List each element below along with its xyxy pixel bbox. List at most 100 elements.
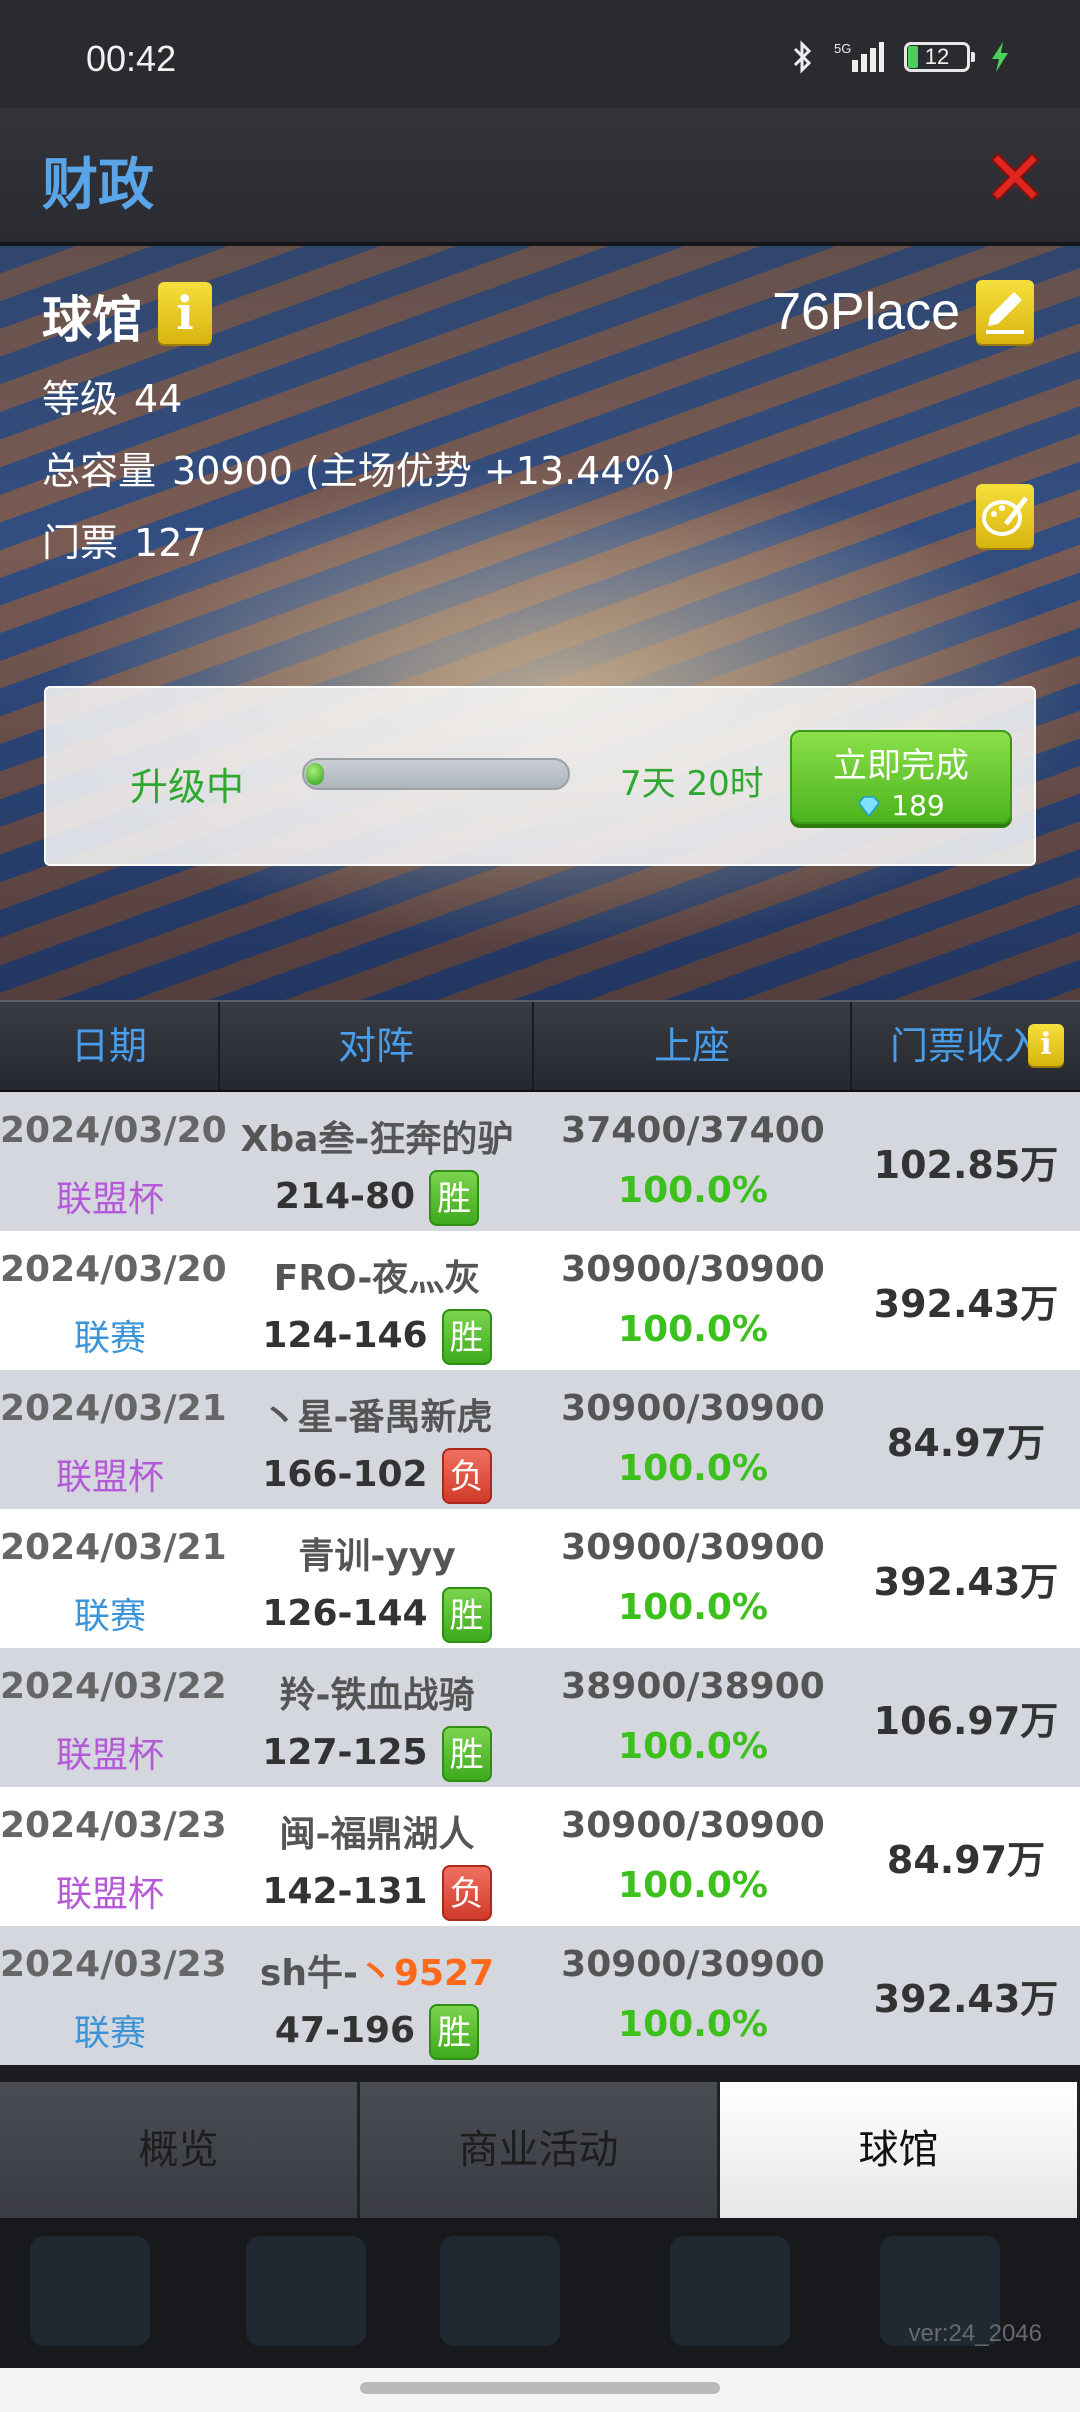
ticket-income: 392.43万 <box>873 1282 1059 1326</box>
match-score: 166-102 <box>262 1454 428 1495</box>
table-row[interactable]: 2024/03/20 联赛 FRO-夜灬灰 124-146 胜 30900/30900 10… <box>0 1231 1080 1370</box>
seats-filled: 37400/37400 <box>561 1110 825 1151</box>
version-label: ver:24_2046 <box>908 2320 1042 2347</box>
date-cell: 2024/03/23 联赛 <box>0 1926 227 2065</box>
attendance-cell: 30900/30900 100.0% <box>534 1926 852 2065</box>
info-icon: i <box>176 286 194 340</box>
attendance-cell: 38900/38900 100.0% <box>534 1648 852 1787</box>
charging-bolt-icon <box>990 40 1010 74</box>
result-badge: 负 <box>441 1448 492 1504</box>
result-badge: 胜 <box>429 2004 480 2060</box>
column-header-matchup[interactable]: 对阵 <box>220 1002 534 1090</box>
table-row[interactable]: 2024/03/22 联盟杯 羚-铁血战骑 127-125 胜 38900/38900 10… <box>0 1648 1080 1787</box>
column-header-attendance[interactable]: 上座 <box>534 1002 852 1090</box>
seats-filled: 30900/30900 <box>561 1527 825 1568</box>
tab-1[interactable]: 商业活动 <box>360 2082 720 2218</box>
rename-arena-button[interactable] <box>976 280 1034 344</box>
match-date: 2024/03/23 <box>0 1944 227 1985</box>
info-icon: i <box>1040 1027 1052 1062</box>
matchup-cell: 羚-铁血战骑 127-125 胜 <box>220 1648 534 1787</box>
table-row[interactable]: 2024/03/21 联赛 青训-yyy 126-144 胜 30900/30900 100… <box>0 1509 1080 1648</box>
seats-filled: 30900/30900 <box>561 1805 825 1846</box>
column-header-date[interactable]: 日期 <box>0 1002 220 1090</box>
arena-level: 等级 44 <box>42 368 182 423</box>
arena-info-button[interactable]: i <box>158 282 212 344</box>
opponent-name: FRO-夜灬灰 <box>220 1249 534 1301</box>
match-type: 联赛 <box>73 1318 146 1359</box>
bottom-tabs: 概览 商业活动 球馆 <box>0 2082 1080 2220</box>
attendance-percent: 100.0% <box>618 1309 768 1350</box>
attendance-cell: 30900/30900 100.0% <box>534 1370 852 1509</box>
upgrade-panel: 升级中 7天 20时 立即完成 189 <box>44 686 1036 866</box>
table-row[interactable]: 2024/03/21 联盟杯 丶星-番禺新虎 166-102 负 30900/30900 1… <box>0 1370 1080 1509</box>
tab-0[interactable]: 概览 <box>0 2082 360 2218</box>
date-cell: 2024/03/20 联盟杯 <box>0 1092 227 1231</box>
opponent-name: Xba叁-狂奔的驴 <box>220 1110 534 1162</box>
decorate-arena-button[interactable] <box>976 484 1034 548</box>
table-row[interactable]: 2024/03/23 联盟杯 闽-福鼎湖人 142-131 负 30900/30900 10… <box>0 1787 1080 1926</box>
arena-ticket: 门票 127 <box>42 512 207 567</box>
attendance-percent: 100.0% <box>618 1865 768 1906</box>
income-cell: 392.43万 <box>852 1926 1080 2065</box>
opponent-text: 闽-福鼎湖人 <box>279 1814 475 1855</box>
match-score: 127-125 <box>262 1732 428 1773</box>
capacity-value: 30900 (主场优势 +13.44%) <box>172 449 676 493</box>
attendance-cell: 37400/37400 100.0% <box>534 1092 852 1231</box>
arena-title: 球馆 <box>42 291 142 349</box>
battery-level: 12 <box>924 44 950 69</box>
match-date: 2024/03/20 <box>0 1249 227 1290</box>
finish-now-button[interactable]: 立即完成 189 <box>790 730 1012 824</box>
network-label: 5G <box>834 41 851 56</box>
bluetooth-icon <box>792 40 814 74</box>
column-header-ticket-income[interactable]: 门票收入 i <box>852 1002 1080 1090</box>
table-row[interactable]: 2024/03/20 联盟杯 Xba叁-狂奔的驴 214-80 胜 37400/37400… <box>0 1092 1080 1231</box>
level-label: 等级 <box>42 377 119 421</box>
attendance-percent: 100.0% <box>618 1587 768 1628</box>
date-cell: 2024/03/22 联盟杯 <box>0 1648 227 1787</box>
capacity-label: 总容量 <box>42 449 157 493</box>
match-type: 联盟杯 <box>55 1874 164 1915</box>
attendance-percent: 100.0% <box>618 2004 768 2045</box>
date-cell: 2024/03/23 联盟杯 <box>0 1787 227 1926</box>
ghost-nav-icon <box>246 2236 366 2346</box>
ticket-income: 392.43万 <box>873 1560 1059 1604</box>
table-row[interactable]: 2024/03/23 联赛 sh牛-丶9527 47-196 胜 30900/30900 1… <box>0 1926 1080 2065</box>
ticket-label: 门票 <box>42 521 119 565</box>
gesture-handle[interactable] <box>360 2382 720 2394</box>
date-cell: 2024/03/21 联盟杯 <box>0 1370 227 1509</box>
match-score: 214-80 <box>274 1176 416 1217</box>
attendance-cell: 30900/30900 100.0% <box>534 1509 852 1648</box>
ticket-income: 84.97万 <box>886 1838 1046 1882</box>
opponent-name: 闽-福鼎湖人 <box>220 1805 534 1857</box>
level-value: 44 <box>134 377 183 421</box>
gem-icon <box>858 796 881 818</box>
opponent-text: FRO-夜灬灰 <box>273 1258 481 1299</box>
paint-icon <box>982 496 1028 536</box>
close-button[interactable] <box>982 144 1048 210</box>
tab-2[interactable]: 球馆 <box>720 2082 1080 2220</box>
ticket-income-label: 门票收入 <box>889 1024 1042 1068</box>
ticket-income: 102.85万 <box>873 1143 1059 1187</box>
opponent-name: 羚-铁血战骑 <box>220 1666 534 1718</box>
upgrade-progress-fill <box>306 763 324 785</box>
result-badge: 负 <box>441 1865 492 1921</box>
signal-icon: 5G <box>834 40 884 74</box>
match-score: 47-196 <box>274 2010 416 2051</box>
result-badge: 胜 <box>441 1309 492 1365</box>
status-time: 00:42 <box>86 38 177 79</box>
match-score: 126-144 <box>262 1593 428 1634</box>
match-date: 2024/03/21 <box>0 1527 227 1568</box>
close-icon <box>990 152 1040 202</box>
income-info-button[interactable]: i <box>1028 1024 1064 1066</box>
ticket-income: 106.97万 <box>873 1699 1059 1743</box>
finish-cost: 189 <box>891 789 945 822</box>
ghost-nav-icon <box>440 2236 560 2346</box>
opponent-text: 丶星-番禺新虎 <box>261 1397 493 1438</box>
matchup-cell: sh牛-丶9527 47-196 胜 <box>220 1926 534 2065</box>
income-cell: 392.43万 <box>852 1509 1080 1648</box>
matchup-cell: 闽-福鼎湖人 142-131 负 <box>220 1787 534 1926</box>
income-cell: 102.85万 <box>852 1092 1080 1231</box>
result-badge: 胜 <box>429 1170 480 1226</box>
opponent-name: 青训-yyy <box>220 1527 534 1579</box>
table-header: 日期 对阵 上座 门票收入 i <box>0 1000 1080 1092</box>
